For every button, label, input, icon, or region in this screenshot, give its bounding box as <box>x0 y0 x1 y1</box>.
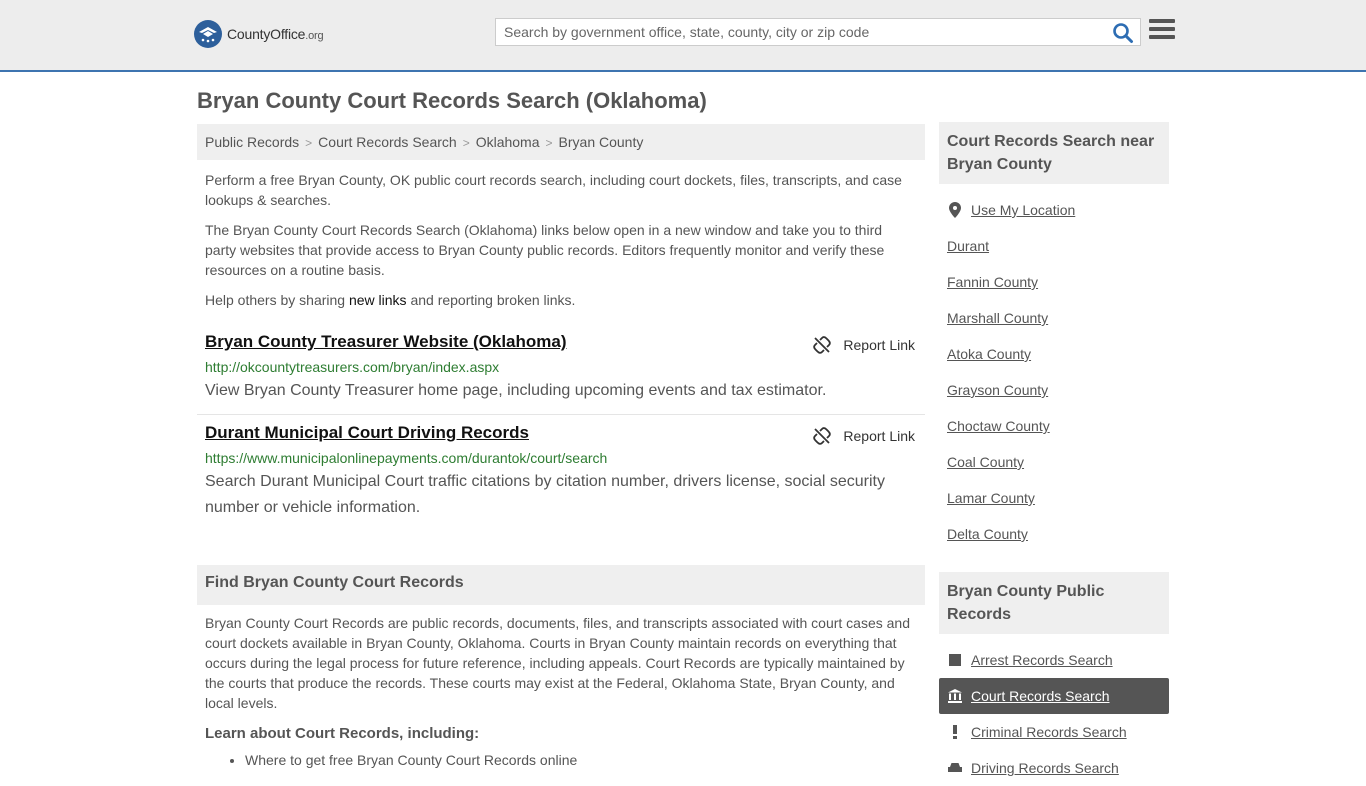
nearby-item-lamar[interactable]: Lamar County <box>939 480 1169 516</box>
site-header: CountyOffice.org <box>0 0 1366 72</box>
list-item: Where to get free Bryan County Court Rec… <box>245 752 917 768</box>
nearby-item-marshall[interactable]: Marshall County <box>939 300 1169 336</box>
list-item: Bryan County Treasurer Website (Oklahoma… <box>197 324 925 414</box>
nearby-item-fannin[interactable]: Fannin County <box>939 264 1169 300</box>
car-icon <box>947 762 963 774</box>
nearby-item-delta[interactable]: Delta County <box>939 516 1169 552</box>
courthouse-icon <box>947 689 963 703</box>
main-content: Public Records > Court Records Search > Okla… <box>197 124 925 768</box>
nearby-item-durant[interactable]: Durant <box>939 228 1169 264</box>
site-logo[interactable]: CountyOffice.org <box>194 20 324 48</box>
nearby-link[interactable]: Lamar County <box>947 490 1035 506</box>
logo-seal-icon <box>194 20 222 48</box>
report-link-button[interactable]: Report Link <box>813 336 915 354</box>
logo-text: CountyOffice.org <box>227 26 324 42</box>
find-records-body: Bryan County Court Records are public re… <box>205 615 910 711</box>
report-link-label: Report Link <box>843 428 915 444</box>
sidebar-link[interactable]: Court Records Search <box>971 688 1110 704</box>
intro-paragraph: The Bryan County Court Records Search (O… <box>205 222 885 278</box>
page-title: Bryan County Court Records Search (Oklah… <box>197 88 707 113</box>
nearby-link[interactable]: Coal County <box>947 454 1024 470</box>
nearby-item-coal[interactable]: Coal County <box>939 444 1169 480</box>
breadcrumb-separator-icon: > <box>462 136 470 150</box>
search-input[interactable] <box>496 19 1096 45</box>
nearby-link[interactable]: Durant <box>947 238 989 254</box>
square-icon <box>947 654 963 666</box>
nearby-item-atoka[interactable]: Atoka County <box>939 336 1169 372</box>
report-link-label: Report Link <box>843 337 915 353</box>
public-records-heading: Bryan County Public Records <box>939 572 1169 634</box>
use-location-item[interactable]: Use My Location <box>939 192 1169 228</box>
list-item: Durant Municipal Court Driving Records R… <box>197 414 925 531</box>
breadcrumb-separator-icon: > <box>305 136 313 150</box>
learn-about-list: Where to get free Bryan County Court Rec… <box>197 752 925 768</box>
sidebar-item-arrest-records[interactable]: Arrest Records Search <box>939 642 1169 678</box>
search-icon[interactable] <box>1112 22 1134 44</box>
breadcrumb-bryan-county[interactable]: Bryan County <box>559 134 644 150</box>
links-list: Bryan County Treasurer Website (Oklahoma… <box>197 324 925 531</box>
public-records-list: Arrest Records Search Court Records Sear… <box>939 642 1169 786</box>
sidebar-item-criminal-records[interactable]: Criminal Records Search <box>939 714 1169 750</box>
sidebar-link[interactable]: Arrest Records Search <box>971 652 1113 668</box>
help-share-text: Help others by sharing new links and rep… <box>205 292 576 308</box>
intro-text: Perform a free Bryan County, OK public c… <box>197 170 925 310</box>
nearby-link[interactable]: Grayson County <box>947 382 1048 398</box>
nearby-link[interactable]: Choctaw County <box>947 418 1050 434</box>
resource-url: http://okcountytreasurers.com/bryan/inde… <box>205 359 500 375</box>
sidebar-item-court-records[interactable]: Court Records Search <box>939 678 1169 714</box>
nearby-link[interactable]: Delta County <box>947 526 1028 542</box>
nearby-item-grayson[interactable]: Grayson County <box>939 372 1169 408</box>
breadcrumb-court-records-search[interactable]: Court Records Search <box>318 134 457 150</box>
nearby-link[interactable]: Atoka County <box>947 346 1031 362</box>
find-records-heading: Find Bryan County Court Records <box>197 565 925 605</box>
breadcrumb-public-records[interactable]: Public Records <box>205 134 299 150</box>
breadcrumb-separator-icon: > <box>545 136 553 150</box>
map-marker-icon <box>947 202 963 218</box>
nearby-heading: Court Records Search near Bryan County <box>939 122 1169 184</box>
hamburger-menu-icon[interactable] <box>1149 19 1175 43</box>
broken-link-icon <box>813 427 832 445</box>
nearby-link[interactable]: Fannin County <box>947 274 1038 290</box>
nearby-list: Use My Location Durant Fannin County Mar… <box>939 192 1169 552</box>
nearby-item-choctaw[interactable]: Choctaw County <box>939 408 1169 444</box>
intro-paragraph: Perform a free Bryan County, OK public c… <box>205 172 902 208</box>
report-link-button[interactable]: Report Link <box>813 427 915 445</box>
broken-link-icon <box>813 336 832 354</box>
resource-url: https://www.municipalonlinepayments.com/… <box>205 450 608 466</box>
learn-about-heading: Learn about Court Records, including: <box>205 725 480 742</box>
sidebar: Court Records Search near Bryan County U… <box>939 122 1169 786</box>
breadcrumb: Public Records > Court Records Search > Okla… <box>197 124 925 160</box>
new-links-link[interactable]: new links <box>349 292 407 308</box>
resource-title-link[interactable]: Bryan County Treasurer Website (Oklahoma… <box>205 332 567 351</box>
resource-title-link[interactable]: Durant Municipal Court Driving Records <box>205 423 529 442</box>
sidebar-link[interactable]: Driving Records Search <box>971 760 1119 776</box>
resource-description: View Bryan County Treasurer home page, i… <box>205 382 827 399</box>
nearby-link[interactable]: Marshall County <box>947 310 1048 326</box>
search-bar <box>495 18 1141 46</box>
sidebar-link[interactable]: Criminal Records Search <box>971 724 1127 740</box>
resource-description: Search Durant Municipal Court traffic ci… <box>205 473 885 516</box>
use-location-link[interactable]: Use My Location <box>971 202 1075 218</box>
exclamation-icon <box>947 725 963 739</box>
breadcrumb-oklahoma[interactable]: Oklahoma <box>476 134 540 150</box>
sidebar-item-driving-records[interactable]: Driving Records Search <box>939 750 1169 786</box>
